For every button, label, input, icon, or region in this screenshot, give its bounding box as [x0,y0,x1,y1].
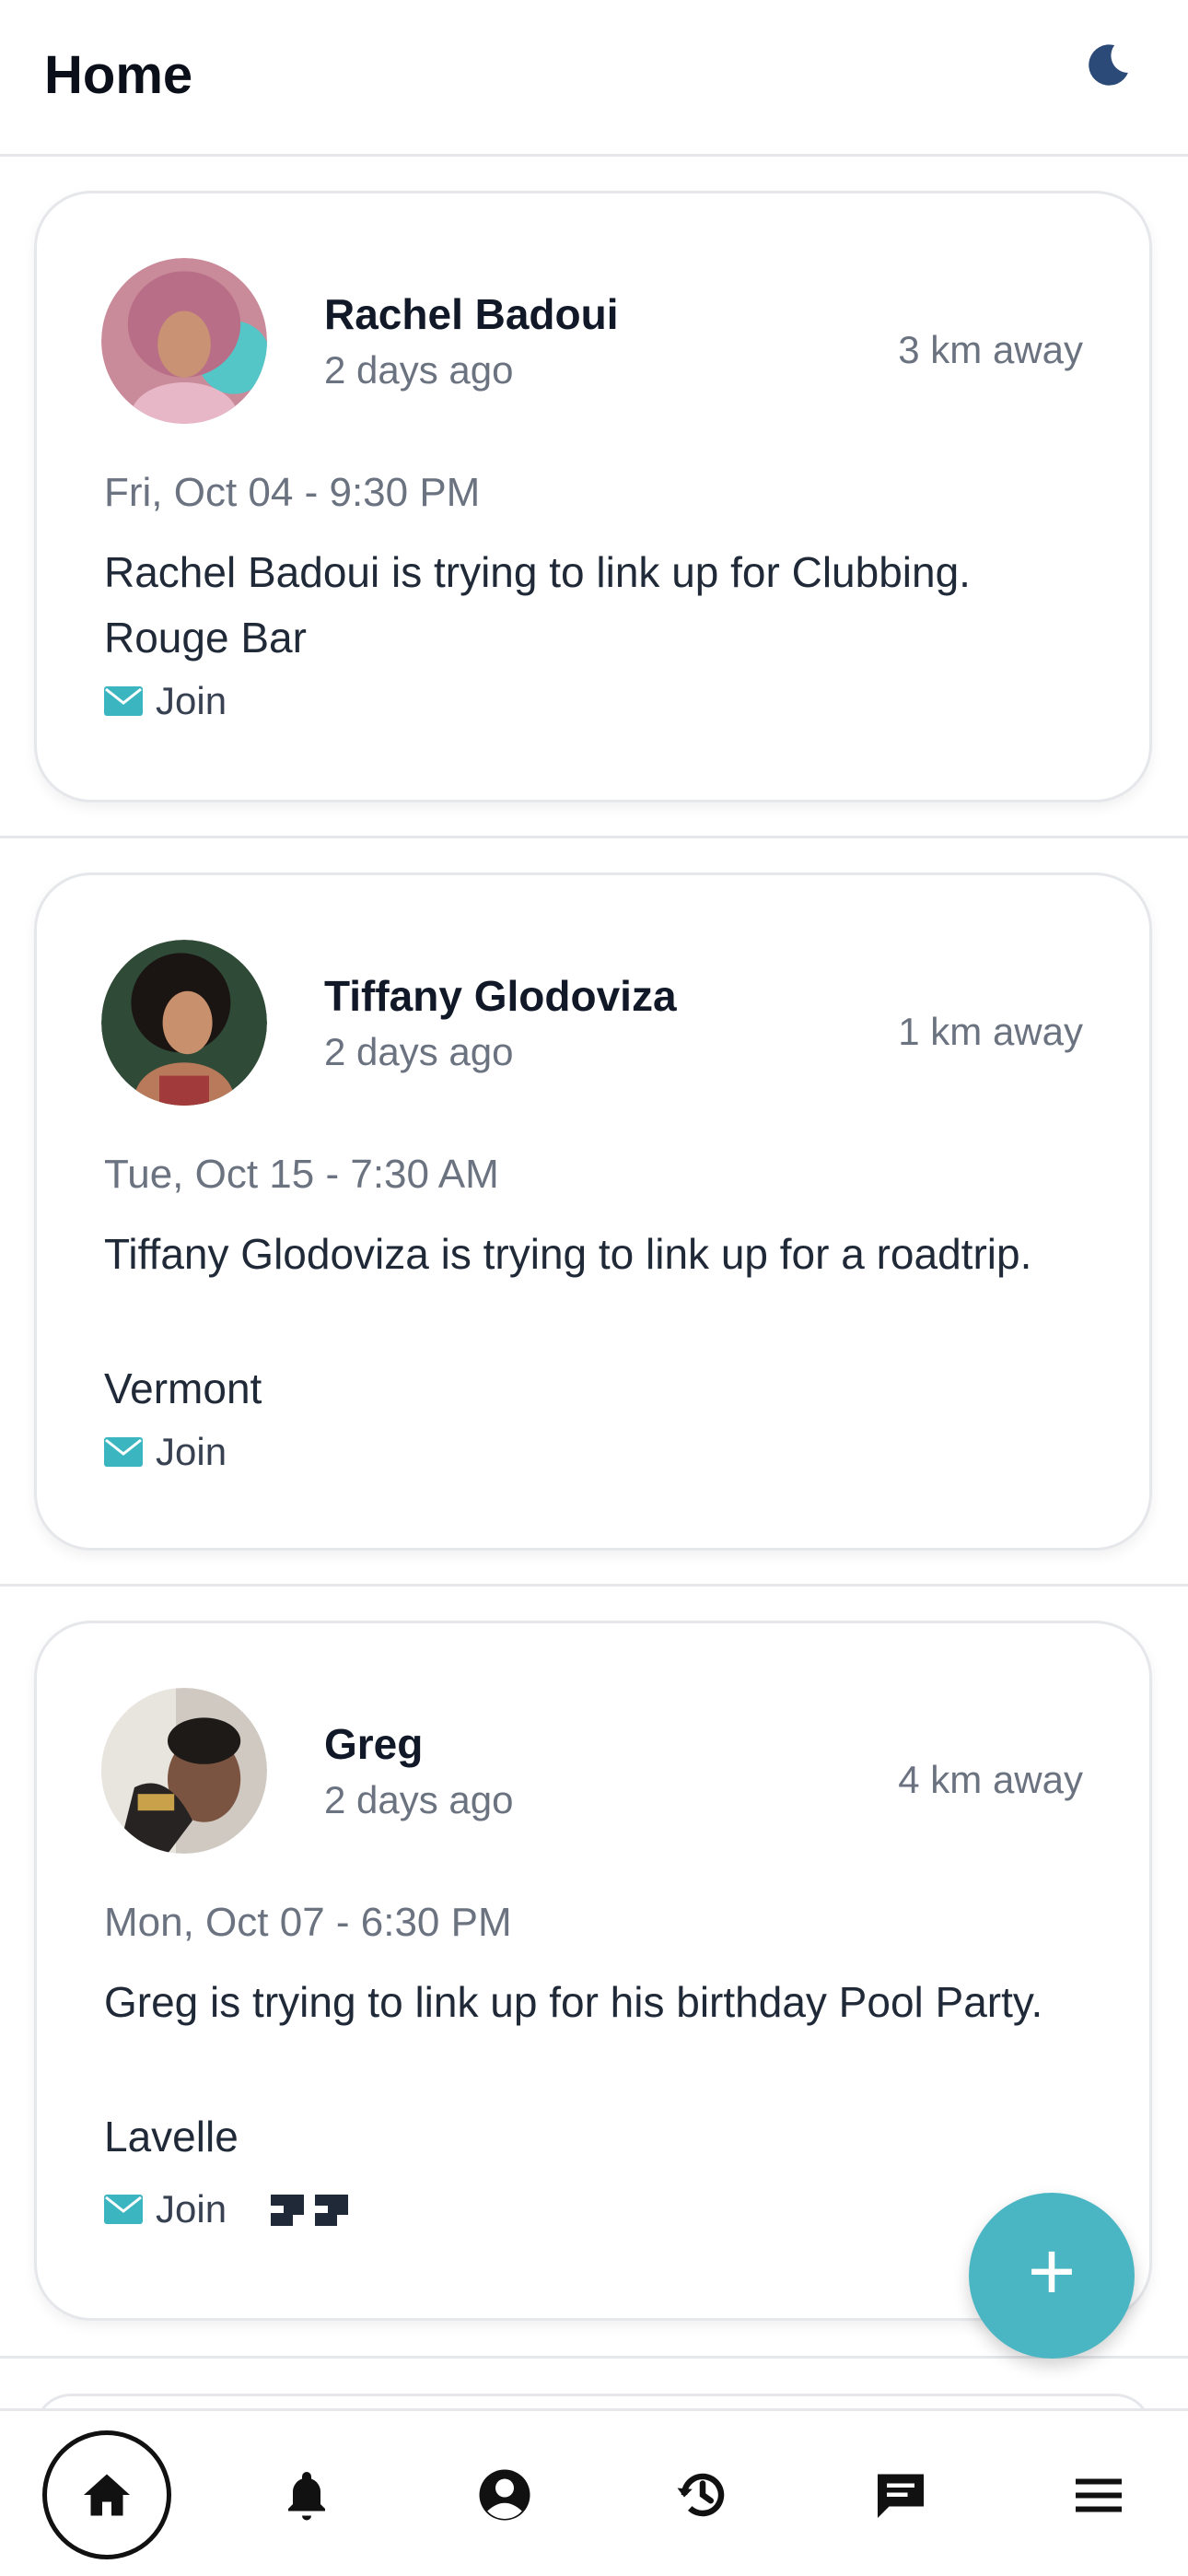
envelope-icon [104,1437,143,1467]
event-location: Rouge Bar [104,614,307,662]
nav-notifications[interactable] [207,2411,405,2576]
distance-label: 1 km away [898,1010,1083,1053]
feed-post: Rachel Badoui 2 days ago 3 km away Fri, … [0,157,1188,838]
join-label: Join [156,1430,227,1473]
join-button[interactable]: Join [104,679,227,723]
distance-label: 3 km away [898,328,1083,371]
event-location: Vermont [104,1364,262,1412]
chat-icon [877,2474,924,2518]
add-post-button[interactable]: + [969,2193,1135,2359]
poster-name[interactable]: Rachel Badoui [324,289,619,339]
home-icon [83,2474,130,2516]
plus-icon: + [1027,2226,1077,2318]
event-date: Tue, Oct 15 - 7:30 AM [104,1152,499,1197]
avatar[interactable] [101,258,267,424]
event-date: Mon, Oct 07 - 6:30 PM [104,1900,512,1945]
history-icon [677,2473,724,2517]
event-location: Lavelle [104,2113,239,2160]
post-card[interactable]: Greg 2 days ago 4 km away Mon, Oct 07 - … [34,1621,1152,2321]
join-label: Join [156,679,227,722]
feed-post: Tiffany Glodoviza 2 days ago 1 km away T… [0,838,1188,1587]
poster-name[interactable]: Greg [324,1719,423,1769]
attendees-icon[interactable] [267,2187,355,2231]
join-button[interactable]: Join [104,2187,227,2231]
nav-home[interactable] [7,2411,205,2576]
nav-profile[interactable] [405,2411,603,2576]
feed-list: Rachel Badoui 2 days ago 3 km away Fri, … [0,157,1188,2359]
join-button[interactable]: Join [104,1430,227,1474]
user-circle-icon [479,2469,530,2521]
page-title: Home [44,45,193,105]
join-label: Join [156,2187,227,2231]
envelope-icon [104,2195,143,2224]
nav-messages[interactable] [801,2411,999,2576]
post-time: 2 days ago [324,1778,514,1821]
event-description: Rachel Badoui is trying to link up for C… [104,548,971,596]
poster-name[interactable]: Tiffany Glodoviza [324,971,677,1021]
nav-home-active-ring [41,2430,171,2559]
post-time: 2 days ago [324,348,514,392]
nav-history[interactable] [603,2411,801,2576]
nav-menu[interactable] [999,2411,1188,2576]
menu-icon [1075,2478,1122,2512]
post-card[interactable]: Tiffany Glodoviza 2 days ago 1 km away T… [34,872,1152,1551]
post-card[interactable]: Rachel Badoui 2 days ago 3 km away Fri, … [34,191,1152,802]
event-description: Tiffany Glodoviza is trying to link up f… [104,1230,1032,1278]
event-description: Greg is trying to link up for his birthd… [104,1978,1043,2026]
distance-label: 4 km away [898,1758,1083,1801]
post-time: 2 days ago [324,1030,514,1073]
envelope-icon [104,686,143,716]
avatar[interactable] [101,940,267,1106]
avatar[interactable] [101,1688,267,1854]
bottom-nav [0,2408,1188,2576]
event-date: Fri, Oct 04 - 9:30 PM [104,470,481,515]
bell-icon [287,2472,325,2521]
moon-icon[interactable] [1081,41,1133,92]
top-bar: Home [0,0,1188,157]
